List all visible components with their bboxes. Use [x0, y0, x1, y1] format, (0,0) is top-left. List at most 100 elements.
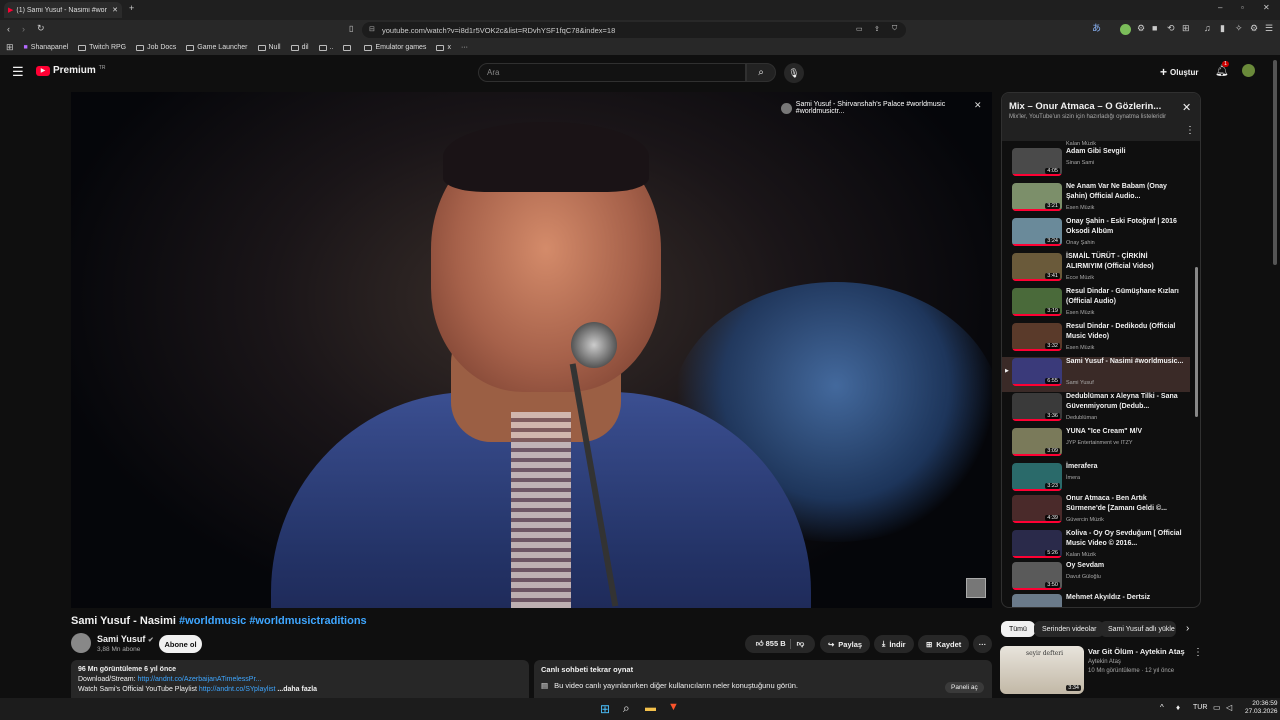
extension-icon[interactable]: ■ [1152, 24, 1157, 33]
show-more-link[interactable]: ...daha fazla [275, 686, 317, 693]
input-language[interactable]: TUR [1193, 704, 1207, 711]
bookmark-item[interactable]: Game Launcher [186, 44, 248, 51]
playlist-item[interactable]: 5:26 Koliva - Oy Oy Sevduğum [ Official M… [1002, 529, 1190, 564]
playlist-item[interactable]: 3:24 Onay Şahin - Eski Fotoğraf | 2016 Ok… [1002, 217, 1190, 252]
new-tab-icon[interactable]: + [129, 4, 134, 13]
video-overlay-title[interactable]: Sami Yusuf - Shirvanshah's Palace #world… [781, 101, 992, 115]
bookmark-item[interactable]: ■ Shanapanel [24, 44, 69, 51]
bookmark-item[interactable]: Twitch RPG [78, 44, 126, 51]
hamburger-menu-icon[interactable]: ☰ [12, 64, 24, 80]
close-overlay-icon[interactable]: ✕ [974, 100, 982, 111]
bookmark-item[interactable]: .. [318, 44, 333, 51]
search-input[interactable]: Ara [478, 63, 746, 82]
extension-icon[interactable]: ⊞ [1182, 24, 1190, 33]
brave-browser-icon[interactable]: ▼ [668, 701, 679, 713]
volume-icon[interactable]: ◁ [1226, 703, 1232, 712]
close-tab-icon[interactable]: ✕ [112, 6, 118, 14]
recommended-thumbnail[interactable]: seyir defteri 3:34 [1000, 646, 1084, 694]
file-explorer-icon[interactable]: ▬ [645, 702, 656, 714]
video-hashtags[interactable]: #worldmusic #worldmusictraditions [179, 615, 367, 627]
description-link[interactable]: http://andnt.co/AzerbaijanATimelessPr... [138, 676, 262, 683]
site-info-icon[interactable]: ⊟ [369, 25, 375, 33]
shield-icon[interactable]: ⛉ [892, 25, 897, 33]
playlist-menu-icon[interactable]: ⋮ [1185, 125, 1195, 136]
description-link[interactable]: http://andnt.co/SYplaylist [199, 686, 276, 693]
menu-icon[interactable]: ☰ [1265, 24, 1273, 33]
sidebar-icon[interactable]: ▮ [1220, 24, 1225, 33]
share-page-icon[interactable]: ⇪ [874, 25, 880, 33]
search-icon[interactable]: ⌕ [623, 701, 630, 716]
chip-all[interactable]: Tümü [1001, 621, 1035, 637]
cast-icon[interactable]: ▭ [856, 25, 863, 33]
create-button[interactable]: + Oluştur [1160, 65, 1198, 79]
dislike-button[interactable]: 👎︎ [789, 639, 804, 649]
close-playlist-icon[interactable]: ✕ [1182, 101, 1191, 114]
account-avatar[interactable] [1242, 64, 1255, 77]
favorites-icon[interactable]: ✧ [1235, 24, 1243, 33]
recommended-menu-icon[interactable]: ⋮ [1193, 647, 1203, 658]
bookmark-item[interactable]: x [436, 44, 451, 51]
playlist-title[interactable]: Mix – Onur Atmaca – O Gözlerin... [1009, 101, 1161, 112]
search-button[interactable]: ⌕ [746, 63, 776, 82]
tray-chevron-icon[interactable]: ^ [1160, 703, 1164, 712]
browser-tab[interactable]: ▶ (1) Sami Yusuf - Nasimi #wor ✕ [4, 2, 122, 18]
playlist-item[interactable]: 3:41 İSMAİL TÜRÜT - ÇİRKİNİ ALIRMIYIM (Of… [1002, 252, 1190, 287]
bookmark-item[interactable]: Null [257, 44, 281, 51]
playlist-item[interactable]: 3:50 Oy Sevdam Davut Güloğlu [1002, 561, 1190, 596]
video-player[interactable]: Sami Yusuf - Shirvanshah's Palace #world… [71, 92, 992, 608]
extension-icon[interactable]: ⚙ [1137, 24, 1145, 33]
network-icon[interactable]: ▭ [1213, 703, 1221, 712]
recommended-channel[interactable]: Aytekin Ataş [1088, 659, 1121, 665]
playlist-item-current[interactable]: ▶ 6:55 Sami Yusuf - Nasimi #worldmusic... S… [1002, 357, 1190, 392]
open-panel-button[interactable]: Paneli aç [945, 682, 984, 693]
translate-icon[interactable]: あ [1092, 24, 1101, 33]
playlist-item[interactable]: 3:36 Dedublüman x Aleyna Tilki - Sana Güv… [1002, 392, 1190, 427]
download-button[interactable]: ⤓ İndir [874, 635, 914, 653]
page-scrollbar[interactable] [1273, 60, 1277, 265]
chevron-right-icon[interactable]: › [1186, 623, 1189, 634]
minimize-icon[interactable]: – [1218, 4, 1222, 12]
channel-avatar[interactable] [71, 633, 91, 653]
playlist-item[interactable]: 4:39 Onur Atmaca - Ben Artık Sürmene'de [… [1002, 494, 1190, 529]
chip-series[interactable]: Serinden videolar [1034, 621, 1105, 637]
back-icon[interactable]: ‹ [7, 25, 10, 34]
share-button[interactable]: ↪ Paylaş [820, 635, 871, 653]
extension-icon[interactable]: ⟲ [1167, 24, 1175, 33]
forward-icon[interactable]: › [22, 25, 25, 34]
recommended-title[interactable]: Var Git Ölüm - Aytekin Ataş [1088, 647, 1185, 656]
playlist-item[interactable]: 3:09 YUNA "Ice Cream" M/V JYP Entertainmen… [1002, 427, 1190, 462]
subscribe-button[interactable]: Abone ol [159, 635, 202, 653]
close-window-icon[interactable]: ✕ [1263, 4, 1270, 12]
youtube-premium-logo[interactable]: ▶ Premium TR [36, 65, 105, 76]
like-button[interactable]: 👍︎ 855 B [756, 639, 786, 649]
playlist-item[interactable]: 3:23 İmerafera İmera [1002, 462, 1190, 497]
playlist-item[interactable]: 3:21 Ne Anam Var Ne Babam (Onay Şahin) Of… [1002, 182, 1190, 217]
apps-grid-icon[interactable]: ⊞ [6, 43, 14, 52]
more-bookmarks-icon[interactable]: ··· [461, 44, 468, 51]
clock[interactable]: 20:36:59 27.03.2026 [1245, 700, 1278, 716]
playlist-item[interactable]: 3:32 Resul Dindar - Dedikodu (Official Mu… [1002, 322, 1190, 357]
save-button[interactable]: ⊞ Kaydet [918, 635, 970, 653]
channel-name[interactable]: Sami Yusuf ✔ [97, 634, 154, 644]
bookmark-item[interactable] [343, 44, 354, 51]
playlist-item[interactable]: 4:05 Adam Gibi Sevgili Sinan Sami [1002, 147, 1190, 182]
playlist-item[interactable]: 3:19 Resul Dindar - Gümüşhane Kızları (Of… [1002, 287, 1190, 322]
extension-avatar-icon[interactable] [1120, 24, 1131, 35]
start-menu-icon[interactable]: ⊞ [600, 702, 610, 716]
bookmark-item[interactable]: Job Docs [136, 44, 176, 51]
channel-watermark[interactable] [966, 578, 986, 598]
address-bar[interactable]: ⊟ youtube.com/watch?v=i8d1r5VOK2c&list=R… [362, 22, 906, 38]
maximize-icon[interactable]: ▫ [1241, 4, 1244, 12]
voice-search-button[interactable]: 🎙︎ [784, 63, 804, 83]
bookmark-item[interactable]: dil [290, 44, 309, 51]
bookmark-page-icon[interactable]: ▯ [349, 25, 353, 33]
bookmark-item[interactable]: Emulator games [364, 44, 426, 51]
playlist-item[interactable]: Mehmet Akyıldız - Dertsiz [1002, 593, 1190, 607]
music-icon[interactable]: ♫ [1204, 24, 1211, 33]
tray-app-icon[interactable]: ♦ [1176, 703, 1180, 712]
more-actions-button[interactable]: ··· [973, 635, 992, 653]
playlist-scrollbar[interactable] [1195, 267, 1198, 417]
reload-icon[interactable]: ↻ [37, 24, 45, 33]
chip-uploads[interactable]: Sami Yusuf adlı yükle [1100, 621, 1176, 637]
settings-icon[interactable]: ⚙ [1250, 24, 1258, 33]
